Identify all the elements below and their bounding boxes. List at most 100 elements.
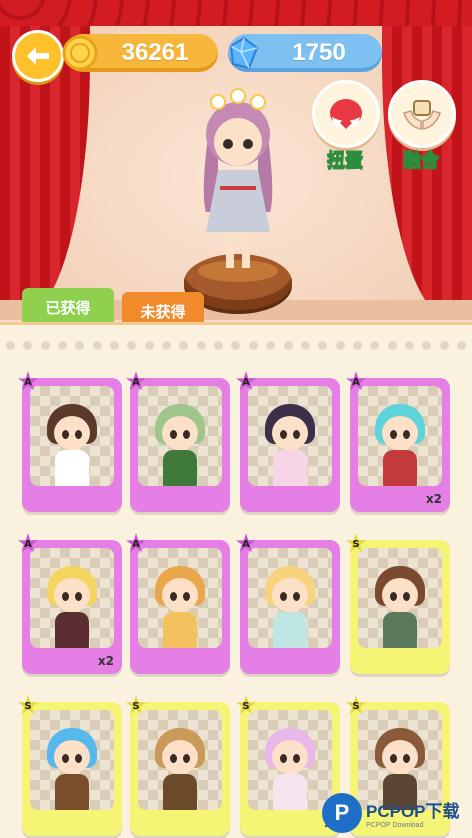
grade-star-badge: S — [344, 532, 368, 556]
fusion-label: 融合 — [403, 150, 440, 172]
character-card[interactable]: S — [16, 694, 122, 836]
pcpop-logo-icon: P — [322, 793, 362, 833]
avatar-eye — [75, 592, 82, 601]
avatar-face — [382, 740, 418, 774]
avatar-outfit — [163, 774, 197, 810]
grade-label: A — [24, 376, 32, 388]
coin-amount: 36261 — [121, 39, 189, 66]
duplicate-count: x2 — [97, 654, 114, 668]
card-portrait — [138, 710, 222, 810]
avatar-eye — [390, 754, 397, 763]
character-avatar — [261, 566, 319, 648]
grade-star-badge: S — [124, 694, 148, 718]
avatar-eye — [280, 430, 287, 439]
avatar-eye — [280, 754, 287, 763]
avatar-eye — [170, 754, 177, 763]
coin-balance: 36261 — [62, 34, 218, 72]
card-portrait — [30, 386, 114, 486]
character-avatar — [151, 728, 209, 810]
panel-divider-dots — [6, 336, 466, 356]
character-card[interactable]: A — [124, 532, 230, 674]
avatar-outfit — [383, 450, 417, 486]
gem-amount: 1750 — [292, 39, 346, 66]
grade-label: A — [132, 376, 140, 388]
gacha-label: 扭蛋 — [327, 150, 364, 172]
avatar-outfit — [163, 612, 197, 648]
card-portrait — [138, 386, 222, 486]
avatar-eye — [293, 592, 300, 601]
avatar-face — [272, 416, 308, 450]
avatar-eye — [280, 592, 287, 601]
grade-label: A — [242, 376, 250, 388]
avatar-eye — [170, 592, 177, 601]
character-card[interactable]: S — [124, 694, 230, 836]
character-avatar — [371, 566, 429, 648]
tab-owned[interactable]: 已获得 — [22, 288, 114, 326]
coin-icon — [60, 33, 100, 73]
watermark-brand: PCPOP下载 — [366, 802, 460, 821]
avatar-outfit — [55, 450, 89, 486]
avatar-eye — [75, 430, 82, 439]
card-portrait — [358, 386, 442, 486]
grade-star-badge: S — [16, 694, 40, 718]
avatar-eye — [62, 592, 69, 601]
avatar-eye — [293, 430, 300, 439]
avatar-eye — [403, 754, 410, 763]
watermark: P PCPOP下载 PCPOP Download — [322, 791, 472, 835]
fusion-hands-icon — [388, 80, 456, 148]
grade-star-badge: S — [344, 694, 368, 718]
avatar-eye — [390, 430, 397, 439]
grade-star-badge: S — [234, 694, 258, 718]
card-portrait — [138, 548, 222, 648]
character-card[interactable]: A — [234, 370, 340, 512]
character-card[interactable]: A — [234, 532, 340, 674]
card-portrait — [248, 548, 332, 648]
character-card[interactable]: Ax2 — [344, 370, 450, 512]
avatar-face — [162, 416, 198, 450]
avatar-face — [162, 740, 198, 774]
featured-character[interactable] — [188, 82, 288, 282]
avatar-face — [272, 578, 308, 612]
character-avatar — [371, 404, 429, 486]
avatar-eye — [62, 754, 69, 763]
avatar-outfit — [163, 450, 197, 486]
avatar-eye — [75, 754, 82, 763]
grade-label: S — [242, 700, 250, 712]
duplicate-count: x2 — [425, 492, 442, 506]
gacha-egg-icon — [312, 80, 380, 148]
avatar-eye — [390, 592, 397, 601]
curtain-valance — [0, 0, 472, 26]
avatar-eye — [170, 430, 177, 439]
watermark-sub: PCPOP Download — [366, 822, 424, 829]
character-card[interactable]: Ax2 — [16, 532, 122, 674]
card-portrait — [30, 548, 114, 648]
character-avatar — [43, 728, 101, 810]
grade-label: S — [132, 700, 140, 712]
grade-star-badge: A — [16, 532, 40, 556]
back-arrow-icon — [27, 47, 49, 65]
avatar-face — [382, 416, 418, 450]
avatar-eye — [403, 430, 410, 439]
avatar-outfit — [273, 450, 307, 486]
grade-label: S — [352, 538, 360, 550]
avatar-outfit — [273, 774, 307, 810]
avatar-face — [54, 740, 90, 774]
character-card[interactable]: S — [344, 532, 450, 674]
grade-label: A — [24, 538, 32, 550]
grade-star-badge: A — [16, 370, 40, 394]
grade-label: A — [132, 538, 140, 550]
character-avatar — [151, 404, 209, 486]
grade-label: A — [352, 376, 360, 388]
gacha-button[interactable]: 扭蛋 — [312, 80, 380, 172]
grade-star-badge: A — [234, 370, 258, 394]
character-card[interactable]: A — [124, 370, 230, 512]
fusion-button[interactable]: 融合 — [388, 80, 456, 172]
avatar-eye — [183, 430, 190, 439]
back-button[interactable] — [12, 30, 64, 82]
character-avatar — [261, 404, 319, 486]
grade-star-badge: A — [124, 532, 148, 556]
avatar-eye — [183, 754, 190, 763]
character-card[interactable]: A — [16, 370, 122, 512]
avatar-outfit — [273, 612, 307, 648]
avatar-eye — [183, 592, 190, 601]
